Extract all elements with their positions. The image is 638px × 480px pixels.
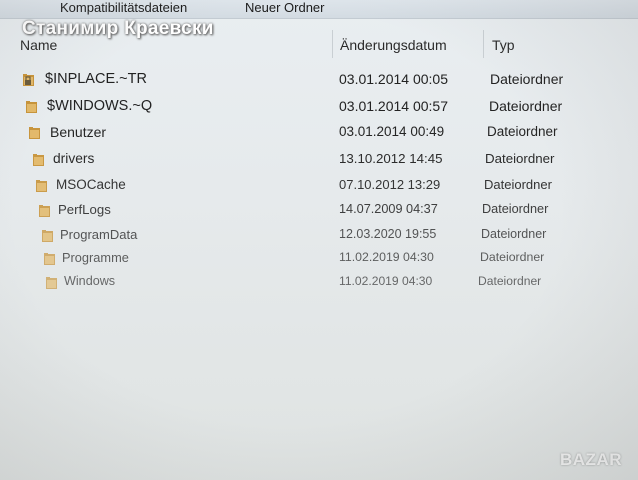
folder-icon [38, 203, 51, 218]
file-name: $INPLACE.~TR [45, 71, 147, 87]
file-name: Windows [64, 274, 116, 288]
file-modified-date: 11.02.2019 04:30 [339, 250, 434, 264]
file-name: Programme [62, 250, 129, 265]
file-row[interactable]: PerfLogs 14.07.2009 04:37 Dateiordner [0, 202, 638, 222]
file-row[interactable]: Windows 11.02.2019 04:30 Dateiordner [0, 274, 638, 294]
file-type: Dateiordner [489, 98, 563, 114]
folder-icon [28, 125, 41, 140]
file-row[interactable]: $INPLACE.~TR 03.01.2014 00:05 Dateiordner [0, 71, 638, 91]
file-type: Dateiordner [487, 124, 558, 139]
file-modified-date: 14.07.2009 04:37 [339, 202, 438, 216]
new-folder-button[interactable]: Neuer Ordner [245, 0, 324, 15]
file-name: drivers [53, 151, 95, 166]
column-header-row: Name Änderungsdatum Typ [0, 30, 638, 60]
file-row[interactable]: MSOCache 07.10.2012 13:29 Dateiordner [0, 177, 638, 197]
file-name: Benutzer [50, 124, 107, 140]
file-modified-date: 03.01.2014 00:49 [339, 124, 445, 139]
folder-icon [45, 275, 58, 290]
column-header-name[interactable]: Name [20, 37, 57, 53]
file-type: Dateiordner [480, 250, 545, 264]
file-type: Dateiordner [481, 227, 547, 241]
file-name: ProgramData [60, 227, 138, 242]
column-header-type[interactable]: Typ [492, 37, 515, 53]
file-modified-date: 13.10.2012 14:45 [339, 151, 443, 166]
file-name: PerfLogs [58, 202, 111, 217]
file-modified-date: 11.02.2019 04:30 [339, 274, 433, 288]
file-type: Dateiordner [484, 177, 552, 192]
file-modified-date: 12.03.2020 19:55 [339, 227, 437, 241]
file-modified-date: 03.01.2014 00:05 [339, 71, 448, 87]
command-bar: Kompatibilitätsdateien Neuer Ordner [0, 0, 638, 19]
folder-icon [25, 99, 38, 114]
column-header-date[interactable]: Änderungsdatum [340, 37, 447, 53]
file-modified-date: 07.10.2012 13:29 [339, 177, 441, 192]
file-name: $WINDOWS.~Q [47, 98, 153, 114]
file-row[interactable]: Benutzer 03.01.2014 00:49 Dateiordner [0, 124, 638, 144]
column-divider[interactable] [483, 30, 484, 58]
folder-icon [35, 178, 48, 193]
file-name: MSOCache [56, 177, 126, 192]
file-row[interactable]: drivers 13.10.2012 14:45 Dateiordner [0, 151, 638, 171]
file-type: Dateiordner [490, 71, 564, 87]
file-row[interactable]: $WINDOWS.~Q 03.01.2014 00:57 Dateiordner [0, 98, 638, 118]
site-watermark-logo: BAZAR [560, 450, 622, 469]
folder-icon [43, 251, 56, 266]
compat-files-button[interactable]: Kompatibilitätsdateien [60, 0, 187, 15]
file-type: Dateiordner [482, 202, 549, 216]
file-row[interactable]: ProgramData 12.03.2020 19:55 Dateiordner [0, 227, 638, 247]
locked-folder-icon [22, 72, 35, 87]
column-divider[interactable] [332, 30, 333, 58]
folder-icon [41, 228, 54, 243]
file-type: Dateiordner [478, 274, 542, 288]
folder-icon [32, 152, 45, 167]
file-type: Dateiordner [485, 151, 555, 166]
file-modified-date: 03.01.2014 00:57 [339, 98, 448, 114]
file-row[interactable]: Programme 11.02.2019 04:30 Dateiordner [0, 250, 638, 270]
